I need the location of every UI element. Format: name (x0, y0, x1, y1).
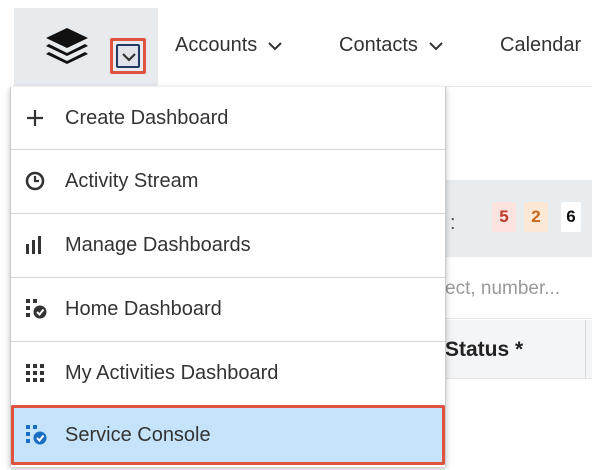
menu-item-label: Home Dashboard (65, 297, 222, 320)
column-divider (585, 320, 586, 378)
menu-item-label: Activity Stream (65, 169, 199, 192)
search-input[interactable]: ect, number... (445, 258, 592, 319)
chevron-down-icon (122, 53, 136, 62)
grid-icon (25, 362, 53, 384)
bar-chart-icon (25, 234, 53, 256)
menu-item-my-activities-dashboard[interactable]: My Activities Dashboard (11, 342, 445, 404)
chevron-down-icon (268, 41, 282, 50)
nav-tab-calendar[interactable]: Calendar (500, 34, 581, 57)
status-badge-red[interactable]: 5 (492, 202, 516, 232)
chevron-down-icon (429, 41, 443, 50)
nav-tab-label: Contacts (339, 34, 418, 56)
menu-item-service-console[interactable]: Service Console (11, 405, 445, 465)
home-dropdown-menu: Create Dashboard Activity Stream Manage … (10, 87, 446, 467)
menu-item-manage-dashboards[interactable]: Manage Dashboards (11, 214, 445, 276)
divider (445, 86, 592, 87)
summary-colon: : (450, 212, 456, 234)
menu-item-create-dashboard[interactable]: Create Dashboard (11, 87, 445, 149)
menu-item-label: Manage Dashboards (65, 233, 251, 256)
nav-tab-accounts[interactable]: Accounts (175, 34, 283, 57)
status-badge-count[interactable]: 6 (561, 202, 581, 232)
search-placeholder: ect, number... (445, 278, 561, 299)
menu-item-label: Service Console (65, 423, 211, 446)
status-badge-orange[interactable]: 2 (524, 202, 548, 232)
nav-tab-contacts[interactable]: Contacts (339, 34, 444, 57)
menu-item-label: My Activities Dashboard (65, 361, 279, 384)
menu-item-label: Create Dashboard (65, 106, 229, 129)
column-header-status[interactable]: Status * (445, 338, 523, 362)
menu-item-home-dashboard[interactable]: Home Dashboard (11, 278, 445, 340)
stack-logo-icon[interactable] (44, 26, 90, 71)
dashboard-check-icon (25, 424, 53, 446)
clock-icon (25, 170, 53, 192)
plus-icon (25, 107, 53, 129)
home-menu-toggle-button[interactable] (110, 38, 146, 74)
nav-tab-label: Calendar (500, 34, 582, 56)
home-menu (14, 8, 158, 86)
dashboard-check-icon (25, 298, 53, 320)
table-header: Status * (445, 320, 592, 379)
top-nav: Accounts Contacts Calendar (0, 0, 592, 86)
nav-tab-label: Accounts (175, 34, 258, 56)
menu-item-activity-stream[interactable]: Activity Stream (11, 150, 445, 212)
